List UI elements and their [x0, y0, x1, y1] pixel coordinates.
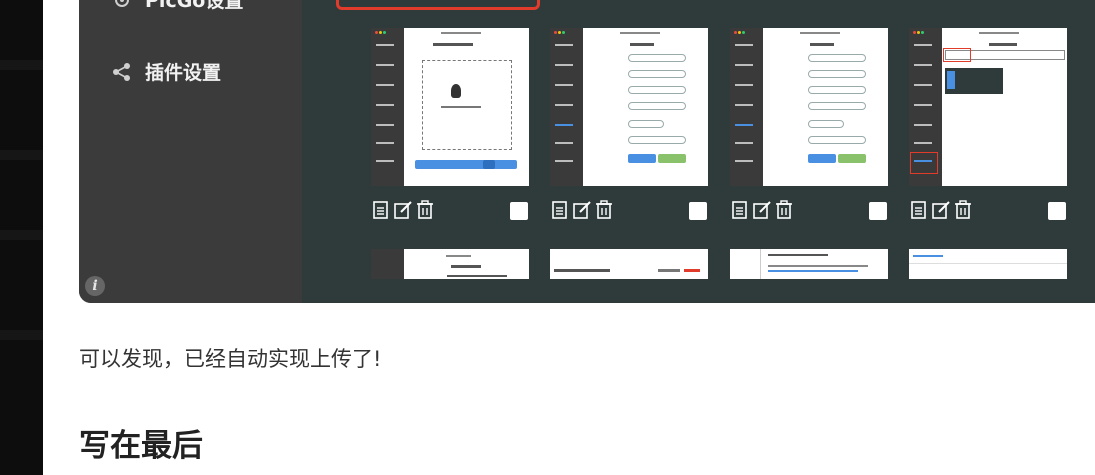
edit-icon[interactable] [931, 200, 951, 220]
highlight-outline [336, 0, 540, 10]
thumbnail-actions [550, 200, 614, 220]
thumbnail-actions [730, 200, 794, 220]
share-icon [113, 62, 130, 81]
gallery-thumbnail[interactable] [550, 249, 708, 279]
trash-icon[interactable] [415, 200, 435, 220]
select-checkbox[interactable] [1048, 202, 1066, 220]
sidebar-item-label: 插件设置 [145, 62, 222, 84]
article-paragraph: 可以发现，已经自动实现上传了! [79, 347, 382, 371]
edit-icon[interactable] [393, 200, 413, 220]
select-checkbox[interactable] [689, 202, 707, 220]
picgo-sidebar: PicGo设置 插件设置 i [79, 0, 302, 303]
gallery-thumbnail[interactable] [730, 249, 888, 279]
select-checkbox[interactable] [510, 202, 528, 220]
trash-icon[interactable] [594, 200, 614, 220]
document-icon[interactable] [550, 200, 570, 220]
gallery-thumbnail[interactable] [730, 28, 888, 186]
document-icon[interactable] [371, 200, 391, 220]
thumbnail-actions [371, 200, 435, 220]
info-icon[interactable]: i [85, 276, 105, 296]
background-strip [0, 0, 43, 475]
select-checkbox[interactable] [869, 202, 887, 220]
trash-icon[interactable] [953, 200, 973, 220]
section-heading: 写在最后 [79, 428, 203, 464]
gallery-thumbnail[interactable] [909, 249, 1067, 279]
document-icon[interactable] [909, 200, 929, 220]
edit-icon[interactable] [572, 200, 592, 220]
edit-icon[interactable] [752, 200, 772, 220]
thumbnail-actions [909, 200, 973, 220]
trash-icon[interactable] [774, 200, 794, 220]
document-icon[interactable] [730, 200, 750, 220]
sidebar-item-plugin-settings[interactable]: 插件设置 [111, 58, 221, 85]
sidebar-item-picgo-settings[interactable]: PicGo设置 [111, 0, 243, 13]
gallery-thumbnail[interactable] [371, 28, 529, 186]
gallery-thumbnail[interactable] [550, 28, 708, 186]
gallery-thumbnail[interactable] [371, 249, 529, 279]
gear-icon [115, 0, 129, 7]
sidebar-item-label: PicGo设置 [145, 0, 244, 12]
picgo-screenshot: PicGo设置 插件设置 i [79, 0, 1095, 303]
gallery-thumbnail[interactable] [909, 28, 1067, 186]
